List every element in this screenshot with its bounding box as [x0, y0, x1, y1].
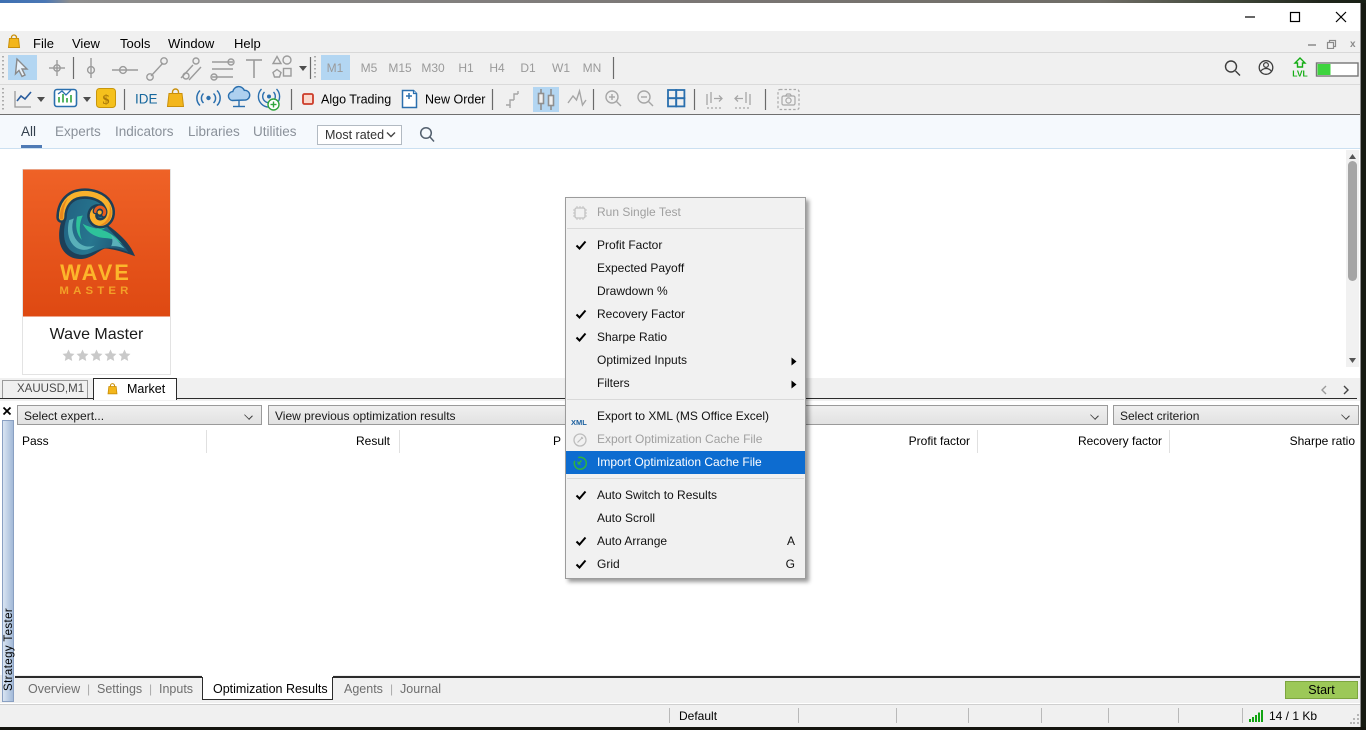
svg-text:M30: M30 [421, 61, 445, 75]
svg-text:W1: W1 [552, 61, 570, 75]
svg-text:M15: M15 [388, 61, 412, 75]
svg-text:MN: MN [583, 61, 602, 75]
svg-text:H1: H1 [458, 61, 474, 75]
svg-text:LVL: LVL [1292, 69, 1307, 79]
svg-text:H4: H4 [489, 61, 505, 75]
svg-text:M1: M1 [327, 61, 344, 75]
svg-text:New Order: New Order [425, 93, 485, 107]
svg-text:D1: D1 [520, 61, 536, 75]
svg-text:WAVE: WAVE [60, 260, 131, 285]
svg-text:$: $ [103, 93, 110, 108]
svg-text:MASTER: MASTER [59, 285, 132, 297]
svg-text:Algo Trading: Algo Trading [321, 93, 391, 107]
svg-text:IDE: IDE [135, 92, 158, 107]
svg-text:M5: M5 [361, 61, 378, 75]
svg-text:x: x [1350, 39, 1356, 49]
